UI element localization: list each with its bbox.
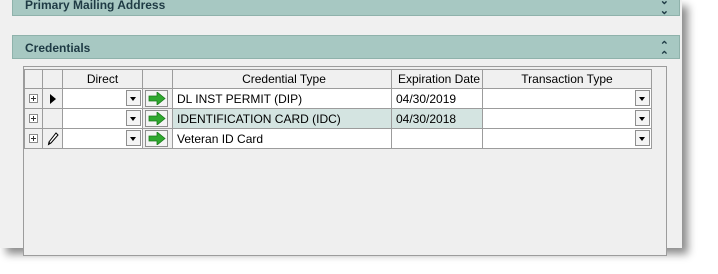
section-title-mailing: Primary Mailing Address [25, 0, 166, 12]
transaction-type-dropdown[interactable] [482, 88, 652, 109]
dropdown-arrow-icon[interactable] [126, 130, 141, 146]
primary-mailing-address-header[interactable]: Primary Mailing Address ⌄ ⌄ [12, 0, 680, 17]
credentials-header[interactable]: Credentials ⌃ ⌃ [12, 35, 680, 62]
column-header-transaction-type[interactable]: Transaction Type [482, 69, 652, 89]
expiration-date-cell[interactable]: 04/30/2019 [391, 88, 483, 109]
credential-type-cell[interactable]: Veteran ID Card [172, 128, 392, 149]
transaction-type-dropdown[interactable] [482, 108, 652, 129]
row-indicator [42, 108, 63, 129]
credential-type-cell[interactable]: IDENTIFICATION CARD (IDC) [172, 108, 392, 129]
expand-plus-icon[interactable] [29, 94, 38, 103]
direct-dropdown[interactable] [62, 128, 143, 149]
column-header-credential-type[interactable]: Credential Type [172, 69, 392, 89]
go-arrow-button[interactable] [145, 90, 168, 107]
header-button-col [142, 69, 173, 89]
dropdown-arrow-icon[interactable] [635, 110, 650, 126]
dropdown-arrow-icon[interactable] [126, 110, 141, 126]
header-indicator-col [42, 69, 63, 89]
dropdown-arrow-icon[interactable] [635, 130, 650, 146]
table-row[interactable]: Veteran ID Card [24, 128, 652, 149]
column-header-expiration-date[interactable]: Expiration Date [391, 69, 483, 89]
green-arrow-icon [148, 132, 166, 145]
direct-dropdown[interactable] [62, 108, 143, 129]
credentials-grid: Direct Credential Type Expiration Date T… [23, 66, 667, 256]
header-expander-col [24, 69, 43, 89]
current-row-arrow-icon [50, 94, 56, 104]
grid-header-row: Direct Credential Type Expiration Date T… [24, 69, 652, 89]
edit-pencil-icon [47, 132, 59, 146]
expand-plus-icon[interactable] [29, 114, 38, 123]
chevron-double-up-icon[interactable]: ⌃ ⌃ [660, 41, 669, 62]
window-frame: Primary Mailing Address ⌄ ⌄ Credentials ⌃… [0, 0, 682, 256]
green-arrow-icon [148, 112, 166, 125]
credential-type-cell[interactable]: DL INST PERMIT (DIP) [172, 88, 392, 109]
green-arrow-icon [148, 92, 166, 105]
dropdown-arrow-icon[interactable] [126, 90, 141, 106]
expiration-date-cell[interactable]: 04/30/2018 [391, 108, 483, 129]
column-header-direct[interactable]: Direct [62, 69, 143, 89]
direct-dropdown[interactable] [62, 88, 143, 109]
expand-plus-icon[interactable] [29, 134, 38, 143]
go-arrow-button[interactable] [145, 110, 168, 127]
section-title-credentials: Credentials [25, 41, 91, 55]
table-row[interactable]: DL INST PERMIT (DIP) 04/30/2019 [24, 88, 652, 109]
go-arrow-button[interactable] [145, 130, 168, 147]
chevron-double-down-icon[interactable]: ⌄ ⌄ [660, 0, 669, 17]
transaction-type-dropdown[interactable] [482, 128, 652, 149]
expiration-date-cell[interactable] [391, 128, 483, 149]
table-row[interactable]: IDENTIFICATION CARD (IDC) 04/30/2018 [24, 108, 652, 129]
dropdown-arrow-icon[interactable] [635, 90, 650, 106]
